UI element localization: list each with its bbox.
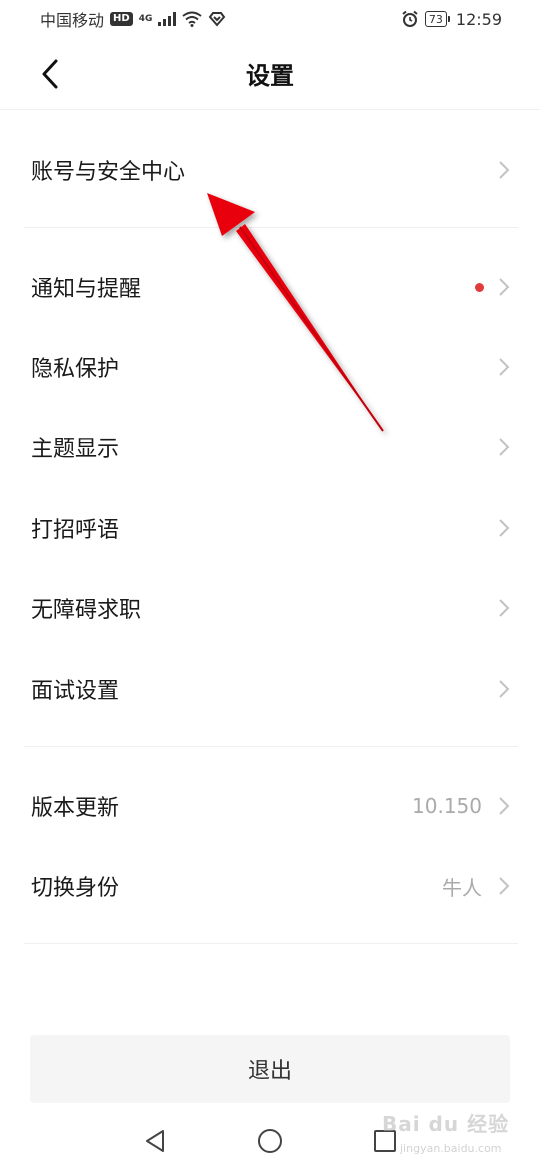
wifi-icon xyxy=(182,11,202,27)
status-bar: 中国移动 HD 4G 73 12:59 xyxy=(0,0,540,38)
settings-item-label: 面试设置 xyxy=(31,679,120,704)
status-left: 中国移动 HD 4G xyxy=(40,7,226,31)
clock-label: 12:59 xyxy=(455,9,502,29)
section-divider xyxy=(24,943,518,944)
settings-item-privacy[interactable]: 隐私保护 xyxy=(0,327,540,407)
battery-icon: 73 xyxy=(424,11,450,27)
settings-item-label: 账号与安全中心 xyxy=(31,160,186,185)
chevron-right-icon xyxy=(498,876,510,896)
settings-item-interview[interactable]: 面试设置 xyxy=(0,649,540,729)
chevron-right-icon xyxy=(498,598,510,618)
section-divider xyxy=(24,746,518,747)
settings-item-greeting[interactable]: 打招呼语 xyxy=(0,488,540,568)
nav-back-button[interactable] xyxy=(140,1126,170,1156)
signal-icon xyxy=(158,12,177,26)
chevron-right-icon xyxy=(498,518,510,538)
logout-button[interactable]: 退出 xyxy=(30,1035,510,1103)
settings-item-theme[interactable]: 主题显示 xyxy=(0,407,540,487)
nav-header: 设置 xyxy=(0,38,540,110)
back-arrow-icon xyxy=(42,59,58,89)
unread-dot xyxy=(475,282,484,292)
settings-item-label: 切换身份 xyxy=(31,876,120,901)
chevron-right-icon xyxy=(498,277,510,297)
network-label: 4G xyxy=(138,13,153,24)
chevron-right-icon xyxy=(498,679,510,699)
identity-value: 牛人 xyxy=(442,875,482,900)
settings-item-label: 隐私保护 xyxy=(31,357,120,382)
settings-item-label: 主题显示 xyxy=(31,437,120,462)
nav-home-button[interactable] xyxy=(255,1126,285,1156)
status-right: 73 12:59 xyxy=(401,10,502,29)
settings-item-label: 版本更新 xyxy=(31,796,120,821)
hd-icon: HD xyxy=(110,12,133,26)
section-divider xyxy=(24,227,518,228)
page-title: 设置 xyxy=(246,62,294,90)
alarm-icon xyxy=(402,10,418,27)
settings-item-switch-identity[interactable]: 切换身份 牛人 xyxy=(0,846,540,926)
chevron-right-icon xyxy=(498,160,510,180)
version-value: 10.150 xyxy=(412,794,482,818)
chevron-right-icon xyxy=(498,357,510,377)
chevron-right-icon xyxy=(498,796,510,816)
back-button[interactable] xyxy=(30,54,70,94)
settings-item-label: 无障碍求职 xyxy=(31,598,142,623)
carrier-label: 中国移动 xyxy=(40,11,105,30)
settings-item-version-update[interactable]: 版本更新 10.150 xyxy=(0,766,540,846)
data-saver-icon xyxy=(209,12,226,27)
settings-item-notifications[interactable]: 通知与提醒 xyxy=(0,247,540,327)
circle-home-icon xyxy=(258,1129,282,1153)
settings-item-accessibility[interactable]: 无障碍求职 xyxy=(0,568,540,648)
battery-level: 73 xyxy=(424,11,447,27)
settings-item-account-security[interactable]: 账号与安全中心 xyxy=(0,130,540,210)
triangle-back-icon xyxy=(146,1130,164,1152)
settings-item-label: 通知与提醒 xyxy=(31,277,142,302)
baidu-watermark-url: jingyan.baidu.com xyxy=(400,1142,502,1155)
baidu-watermark: Bai du 经验 xyxy=(382,1112,510,1136)
settings-item-label: 打招呼语 xyxy=(31,518,120,543)
chevron-right-icon xyxy=(498,437,510,457)
